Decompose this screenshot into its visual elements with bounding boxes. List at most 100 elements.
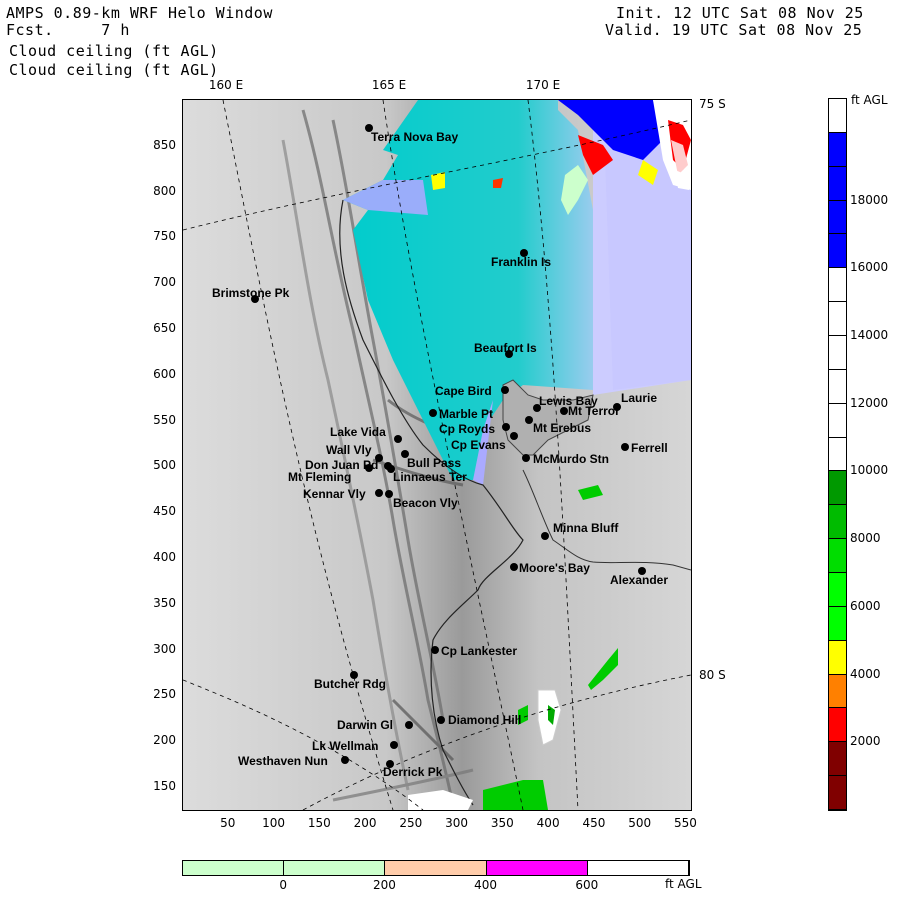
colorbar-horizontal-tick: 0 xyxy=(279,878,288,892)
colorbar-vertical-segment xyxy=(829,234,846,269)
colorbar-vertical-segment xyxy=(829,99,846,133)
x-tick-label: 500 xyxy=(628,816,652,830)
colorbar-vertical-segment xyxy=(829,742,846,777)
colorbar-vertical-segment xyxy=(829,369,846,404)
label-moores-bay: Moore's Bay xyxy=(519,561,590,575)
colorbar-vertical-segment xyxy=(829,674,846,709)
colorbar-horizontal-segment xyxy=(486,861,588,875)
label-kennar-vly: Kennar Vly xyxy=(303,487,366,501)
label-darwin-gl: Darwin Gl xyxy=(337,718,394,732)
label-minna-bluff: Minna Bluff xyxy=(553,521,619,535)
y-tick-label: 800 xyxy=(153,183,176,198)
label-cp-evans: Cp Evans xyxy=(451,438,506,452)
colorbar-vertical-segment xyxy=(829,302,846,336)
init-time: Init. 12 UTC Sat 08 Nov 25 xyxy=(616,4,864,22)
y-tick-label: 600 xyxy=(153,366,176,381)
y-tick-label: 150 xyxy=(153,779,176,794)
valid-time: Valid. 19 UTC Sat 08 Nov 25 xyxy=(605,21,863,39)
map-plot-area: Terra Nova Bay Franklin Is Brimstone Pk … xyxy=(182,99,692,811)
y-tick-label: 850 xyxy=(153,137,176,152)
marker-mt-erebus xyxy=(525,416,533,424)
label-beacon-vly: Beacon Vly xyxy=(393,496,458,510)
label-linnaeus-ter: Linnaeus Ter xyxy=(393,470,467,484)
colorbar-vertical-tick: 16000 xyxy=(850,260,889,275)
colorbar-vertical-segment xyxy=(829,539,846,573)
y-tick-label: 700 xyxy=(153,275,176,290)
label-laurie: Laurie xyxy=(621,391,658,405)
label-alexander: Alexander xyxy=(610,573,669,587)
colorbar-vertical-tick: 8000 xyxy=(850,531,881,546)
colorbar-horizontal-segment xyxy=(385,861,487,875)
label-mt-terror: Mt Terror xyxy=(568,404,620,418)
x-tick-label: 50 xyxy=(220,816,236,830)
colorbar-vertical-segment xyxy=(829,336,846,370)
y-tick-label: 550 xyxy=(153,412,176,427)
y-tick-label: 450 xyxy=(153,504,176,519)
colorbar-vertical-unit: ft AGL xyxy=(851,93,888,107)
y-tick-label: 250 xyxy=(153,687,176,702)
yellow-patch xyxy=(431,172,445,190)
label-diamond-hill: Diamond Hill xyxy=(448,713,522,727)
colorbar-vertical-tick: 10000 xyxy=(850,463,889,478)
colorbar-vertical-segment xyxy=(829,268,846,303)
marker-cp-royds xyxy=(502,423,510,431)
x-tick-label: 100 xyxy=(262,816,285,830)
label-westhaven-nun: Westhaven Nun xyxy=(238,754,328,768)
colorbar-vertical-segment xyxy=(829,200,846,235)
y-tick-label: 750 xyxy=(153,229,176,244)
colorbar-vertical-segment xyxy=(829,132,846,167)
x-tick-label: 250 xyxy=(399,816,423,830)
x-tick-label: 400 xyxy=(536,816,560,830)
marker-cp-evans xyxy=(510,432,518,440)
label-cp-royds: Cp Royds xyxy=(439,422,496,436)
label-lake-vida: Lake Vida xyxy=(330,425,386,439)
map-fields xyxy=(183,100,691,810)
label-lk-wellman: Lk Wellman xyxy=(312,739,379,753)
colorbar-horizontal-segment xyxy=(587,861,689,875)
lon-label-160: 160 E xyxy=(208,78,244,92)
colorbar-vertical-segment xyxy=(829,437,846,472)
marker-mt-terror xyxy=(560,407,568,415)
x-tick-label: 350 xyxy=(490,816,514,830)
y-tick-label: 300 xyxy=(153,641,176,656)
label-derrick-pk: Derrick Pk xyxy=(383,765,443,779)
label-ferrell: Ferrell xyxy=(631,441,668,455)
colorbar-vertical-segment xyxy=(829,505,846,540)
label-brimstone-pk: Brimstone Pk xyxy=(212,286,290,300)
colorbar-horizontal-tick: 400 xyxy=(474,878,498,892)
colorbar-vertical-tick: 4000 xyxy=(850,666,881,681)
field-name-1: Cloud ceiling (ft AGL) xyxy=(9,42,219,60)
colorbar-vertical-segment xyxy=(829,573,846,607)
y-tick-label: 350 xyxy=(153,595,176,610)
marker-diamond-hill xyxy=(437,716,445,724)
colorbar-vertical-segment xyxy=(829,606,846,641)
label-butcher-rdg: Butcher Rdg xyxy=(314,677,386,691)
colorbar-horizontal-tick: 600 xyxy=(575,878,599,892)
y-tick-label: 650 xyxy=(153,321,176,336)
x-tick-label: 200 xyxy=(353,816,377,830)
label-franklin-is: Franklin Is xyxy=(491,255,552,269)
y-tick-label: 200 xyxy=(153,733,176,748)
x-tick-label: 550 xyxy=(673,816,697,830)
product-title: AMPS 0.89-km WRF Helo Window xyxy=(6,4,273,22)
marker-westhaven-nun xyxy=(341,756,349,764)
colorbar-horizontal-tick: 200 xyxy=(372,878,396,892)
x-tick-label: 450 xyxy=(582,816,606,830)
marker-beacon-vly xyxy=(385,490,393,498)
marker-lake-vida xyxy=(394,435,402,443)
colorbar-vertical xyxy=(828,98,847,811)
lat-label-75: 75 S xyxy=(699,97,726,111)
marker-lk-wellman xyxy=(390,741,398,749)
colorbar-vertical-segment xyxy=(829,640,846,675)
colorbar-vertical-tick: 6000 xyxy=(850,598,881,613)
label-mcmurdo-stn: McMurdo Stn xyxy=(533,452,609,466)
label-marble-pt: Marble Pt xyxy=(439,407,494,421)
colorbar-vertical-segment xyxy=(829,403,846,438)
colorbar-vertical-segment xyxy=(829,776,846,810)
lon-label-170: 170 E xyxy=(525,78,561,92)
label-cp-lankester: Cp Lankester xyxy=(441,644,518,658)
label-mt-fleming: Mt Fleming xyxy=(288,470,352,484)
colorbar-vertical-segment xyxy=(829,471,846,506)
label-bull-pass: Bull Pass xyxy=(407,456,462,470)
x-tick-label: 150 xyxy=(307,816,331,830)
